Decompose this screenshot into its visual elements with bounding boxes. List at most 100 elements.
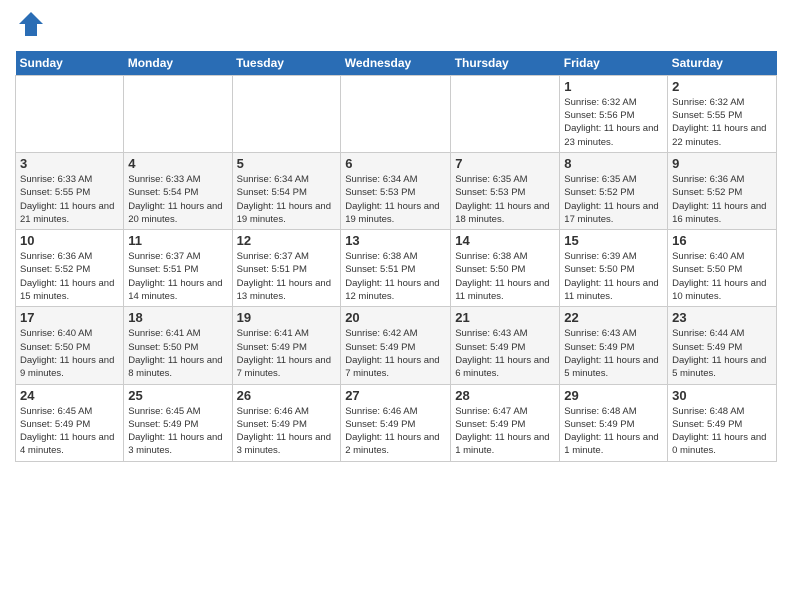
- calendar-cell: 11 Sunrise: 6:37 AMSunset: 5:51 PMDayligh…: [124, 230, 232, 307]
- calendar-cell: 10 Sunrise: 6:36 AMSunset: 5:52 PMDayligh…: [16, 230, 124, 307]
- day-info: Sunrise: 6:42 AMSunset: 5:49 PMDaylight:…: [345, 327, 446, 380]
- calendar-cell: 14 Sunrise: 6:38 AMSunset: 5:50 PMDayligh…: [451, 230, 560, 307]
- calendar-cell: [341, 75, 451, 152]
- calendar-cell: 8 Sunrise: 6:35 AMSunset: 5:52 PMDaylight…: [560, 152, 668, 229]
- calendar-body: 1Sunrise: 6:32 AMSunset: 5:56 PMDaylight…: [16, 75, 777, 461]
- day-info: Sunrise: 6:34 AMSunset: 5:53 PMDaylight:…: [345, 173, 446, 226]
- calendar-cell: 26Sunrise: 6:46 AMSunset: 5:49 PMDayligh…: [232, 384, 341, 461]
- calendar-cell: 21Sunrise: 6:43 AMSunset: 5:49 PMDayligh…: [451, 307, 560, 384]
- calendar-cell: 3Sunrise: 6:33 AMSunset: 5:55 PMDaylight…: [16, 152, 124, 229]
- calendar-cell: [124, 75, 232, 152]
- day-number: 9: [672, 156, 772, 171]
- calendar-cell: 23Sunrise: 6:44 AMSunset: 5:49 PMDayligh…: [668, 307, 777, 384]
- day-number: 18: [128, 310, 227, 325]
- calendar-cell: 12 Sunrise: 6:37 AMSunset: 5:51 PMDayligh…: [232, 230, 341, 307]
- day-info: Sunrise: 6:45 AMSunset: 5:49 PMDaylight:…: [20, 405, 119, 458]
- day-info: Sunrise: 6:34 AMSunset: 5:54 PMDaylight:…: [237, 173, 337, 226]
- weekday-header-tuesday: Tuesday: [232, 51, 341, 76]
- week-row-3: 10 Sunrise: 6:36 AMSunset: 5:52 PMDayligh…: [16, 230, 777, 307]
- calendar-cell: [232, 75, 341, 152]
- day-info: Sunrise: 6:45 AMSunset: 5:49 PMDaylight:…: [128, 405, 227, 458]
- weekday-header-row: SundayMondayTuesdayWednesdayThursdayFrid…: [16, 51, 777, 76]
- day-info: Sunrise: 6:36 AMSunset: 5:52 PMDaylight:…: [672, 173, 772, 226]
- day-info: Sunrise: 6:48 AMSunset: 5:49 PMDaylight:…: [564, 405, 663, 458]
- day-info: Sunrise: 6:46 AMSunset: 5:49 PMDaylight:…: [237, 405, 337, 458]
- day-number: 12: [237, 233, 337, 248]
- day-info: Sunrise: 6:43 AMSunset: 5:49 PMDaylight:…: [564, 327, 663, 380]
- calendar-cell: 19 Sunrise: 6:41 AMSunset: 5:49 PMDayligh…: [232, 307, 341, 384]
- day-number: 10: [20, 233, 119, 248]
- day-number: 24: [20, 388, 119, 403]
- day-number: 28: [455, 388, 555, 403]
- week-row-1: 1Sunrise: 6:32 AMSunset: 5:56 PMDaylight…: [16, 75, 777, 152]
- day-number: 6: [345, 156, 446, 171]
- calendar-cell: 1Sunrise: 6:32 AMSunset: 5:56 PMDaylight…: [560, 75, 668, 152]
- day-number: 14: [455, 233, 555, 248]
- day-info: Sunrise: 6:37 AMSunset: 5:51 PMDaylight:…: [128, 250, 227, 303]
- day-number: 8: [564, 156, 663, 171]
- calendar-cell: 16 Sunrise: 6:40 AMSunset: 5:50 PMDayligh…: [668, 230, 777, 307]
- day-number: 11: [128, 233, 227, 248]
- calendar-cell: 5Sunrise: 6:34 AMSunset: 5:54 PMDaylight…: [232, 152, 341, 229]
- day-info: Sunrise: 6:35 AMSunset: 5:52 PMDaylight:…: [564, 173, 663, 226]
- day-number: 2: [672, 79, 772, 94]
- calendar-cell: 2 Sunrise: 6:32 AMSunset: 5:55 PMDaylight…: [668, 75, 777, 152]
- day-info: Sunrise: 6:46 AMSunset: 5:49 PMDaylight:…: [345, 405, 446, 458]
- day-number: 16: [672, 233, 772, 248]
- day-info: Sunrise: 6:41 AMSunset: 5:49 PMDaylight:…: [237, 327, 337, 380]
- day-info: Sunrise: 6:47 AMSunset: 5:49 PMDaylight:…: [455, 405, 555, 458]
- day-info: Sunrise: 6:40 AMSunset: 5:50 PMDaylight:…: [672, 250, 772, 303]
- calendar-table: SundayMondayTuesdayWednesdayThursdayFrid…: [15, 51, 777, 462]
- weekday-header-wednesday: Wednesday: [341, 51, 451, 76]
- calendar-cell: 28 Sunrise: 6:47 AMSunset: 5:49 PMDayligh…: [451, 384, 560, 461]
- calendar-cell: 6 Sunrise: 6:34 AMSunset: 5:53 PMDaylight…: [341, 152, 451, 229]
- day-info: Sunrise: 6:48 AMSunset: 5:49 PMDaylight:…: [672, 405, 772, 458]
- calendar-cell: 22 Sunrise: 6:43 AMSunset: 5:49 PMDayligh…: [560, 307, 668, 384]
- calendar-cell: 4 Sunrise: 6:33 AMSunset: 5:54 PMDaylight…: [124, 152, 232, 229]
- day-number: 20: [345, 310, 446, 325]
- page-header: [15, 10, 777, 43]
- day-info: Sunrise: 6:38 AMSunset: 5:51 PMDaylight:…: [345, 250, 446, 303]
- day-info: Sunrise: 6:38 AMSunset: 5:50 PMDaylight:…: [455, 250, 555, 303]
- calendar-cell: 24 Sunrise: 6:45 AMSunset: 5:49 PMDayligh…: [16, 384, 124, 461]
- day-number: 13: [345, 233, 446, 248]
- day-info: Sunrise: 6:37 AMSunset: 5:51 PMDaylight:…: [237, 250, 337, 303]
- day-number: 17: [20, 310, 119, 325]
- calendar-cell: 9 Sunrise: 6:36 AMSunset: 5:52 PMDaylight…: [668, 152, 777, 229]
- weekday-header-monday: Monday: [124, 51, 232, 76]
- day-info: Sunrise: 6:36 AMSunset: 5:52 PMDaylight:…: [20, 250, 119, 303]
- calendar-cell: [16, 75, 124, 152]
- calendar-cell: 30 Sunrise: 6:48 AMSunset: 5:49 PMDayligh…: [668, 384, 777, 461]
- day-info: Sunrise: 6:33 AMSunset: 5:54 PMDaylight:…: [128, 173, 227, 226]
- calendar-cell: 13 Sunrise: 6:38 AMSunset: 5:51 PMDayligh…: [341, 230, 451, 307]
- logo: [15, 10, 45, 43]
- weekday-header-sunday: Sunday: [16, 51, 124, 76]
- weekday-header-friday: Friday: [560, 51, 668, 76]
- day-number: 27: [345, 388, 446, 403]
- calendar-cell: 18 Sunrise: 6:41 AMSunset: 5:50 PMDayligh…: [124, 307, 232, 384]
- calendar-cell: 29 Sunrise: 6:48 AMSunset: 5:49 PMDayligh…: [560, 384, 668, 461]
- day-info: Sunrise: 6:40 AMSunset: 5:50 PMDaylight:…: [20, 327, 119, 380]
- day-number: 19: [237, 310, 337, 325]
- day-number: 29: [564, 388, 663, 403]
- calendar-cell: 15Sunrise: 6:39 AMSunset: 5:50 PMDayligh…: [560, 230, 668, 307]
- weekday-header-saturday: Saturday: [668, 51, 777, 76]
- week-row-2: 3Sunrise: 6:33 AMSunset: 5:55 PMDaylight…: [16, 152, 777, 229]
- week-row-4: 17 Sunrise: 6:40 AMSunset: 5:50 PMDayligh…: [16, 307, 777, 384]
- day-number: 25: [128, 388, 227, 403]
- day-number: 30: [672, 388, 772, 403]
- day-number: 15: [564, 233, 663, 248]
- day-number: 7: [455, 156, 555, 171]
- calendar-cell: 7Sunrise: 6:35 AMSunset: 5:53 PMDaylight…: [451, 152, 560, 229]
- day-number: 4: [128, 156, 227, 171]
- calendar-cell: 25 Sunrise: 6:45 AMSunset: 5:49 PMDayligh…: [124, 384, 232, 461]
- day-number: 1: [564, 79, 663, 94]
- logo-icon: [17, 10, 45, 38]
- day-info: Sunrise: 6:32 AMSunset: 5:55 PMDaylight:…: [672, 96, 772, 149]
- day-info: Sunrise: 6:41 AMSunset: 5:50 PMDaylight:…: [128, 327, 227, 380]
- weekday-header-thursday: Thursday: [451, 51, 560, 76]
- calendar-cell: 20 Sunrise: 6:42 AMSunset: 5:49 PMDayligh…: [341, 307, 451, 384]
- day-info: Sunrise: 6:43 AMSunset: 5:49 PMDaylight:…: [455, 327, 555, 380]
- calendar-cell: [451, 75, 560, 152]
- day-number: 22: [564, 310, 663, 325]
